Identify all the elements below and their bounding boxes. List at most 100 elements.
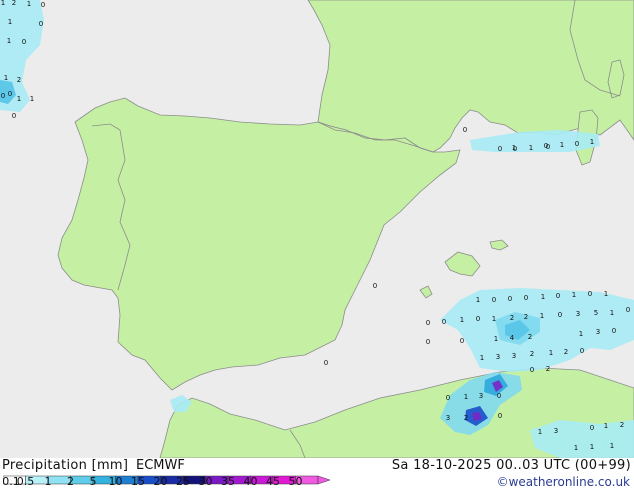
precip-point-value: 1 [540,312,544,320]
precip-point-value: 0 [580,347,584,355]
precip-point-value: 1 [604,422,608,430]
precip-point-value: 0 [426,338,430,346]
precip-point-value: 0 [612,327,616,335]
precip-point-value: 0 [546,143,550,151]
precip-point-value: 1 [541,293,545,301]
precip-point-value: 1 [604,290,608,298]
precip-point-value: 2 [17,76,21,84]
color-scale-tick-label: 25 [176,475,190,488]
precip-point-value: 0 [626,306,630,314]
color-scale-tick-label: 30 [198,475,213,488]
precip-point-value: 2 [524,313,528,321]
precip-point-value: 1 [464,393,468,401]
precip-point-value: 0 [22,38,26,46]
model-name: ECMWF [136,458,185,473]
precip-point-value: 1 [30,95,34,103]
precip-point-value: 2 [528,333,532,341]
precip-point-value: 1 [572,291,576,299]
color-scale-tick-label: 45 [266,475,280,488]
precip-point-value: 1 [480,354,484,362]
precip-point-value: 2 [510,314,514,322]
precip-point-value: 2 [530,350,534,358]
precip-point-value: 0 [524,294,528,302]
precip-point-value: 0 [442,318,446,326]
precip-point-value: 0 [373,282,377,290]
precip-point-value: 0 [575,140,579,148]
precip-point-value: 3 [479,392,483,400]
precip-point-value: 1 [590,443,594,451]
precip-point-value: 1 [560,141,564,149]
precip-point-value: 1 [610,442,614,450]
precip-point-value: 0 [1,92,5,100]
color-scale-tick-label: 15 [131,475,145,488]
precip-point-value: 0 [556,292,560,300]
legend-bar: Precipitation [mm] ECMWF Sa 18-10-2025 0… [0,458,634,490]
precip-point-value: 0 [12,112,16,120]
precip-point-value: 4 [510,334,515,342]
precip-point-value: 5 [594,309,598,317]
color-scale-tick-label: 5 [89,475,97,488]
precip-point-value: 2 [464,414,468,422]
precip-point-value: 1 [492,315,496,323]
color-scale-tick-label: 35 [221,475,235,488]
precip-point-value: 2 [546,365,550,373]
precip-point-value: 0 [463,126,467,134]
precip-point-value: 2 [620,421,624,429]
precip-point-value: 0 [530,366,534,374]
precip-point-value: 0 [460,337,464,345]
color-scale-tick-label: 20 [153,475,168,488]
color-scale-tick-label: 10 [108,475,123,488]
weather-map-page: 1210101012001100001010110010001010100101… [0,0,634,490]
precip-point-value: 1 [17,95,21,103]
precip-point-value: 2 [564,348,568,356]
precip-point-value: 0 [558,311,562,319]
precip-point-value: 0 [8,90,12,98]
color-scale-bar [3,475,331,485]
precip-point-value: 0 [39,20,43,28]
precip-point-value: 3 [576,310,580,318]
legend-title: Precipitation [mm] [2,458,129,473]
precipitation-map: 1 2 1 01 01 01 200 1 1000 0 1 0 1 0 11 001 0 0 0 1 0 1 0 10 0 1 0 1… [0,0,634,458]
copyright-link[interactable]: ©weatheronline.co.uk [497,475,630,489]
color-scale-tick-label: 50 [288,475,303,488]
color-scale-tick-label: 40 [243,475,258,488]
precip-point-value: 3 [596,328,600,336]
precip-point-value: 1 [27,0,31,8]
color-scale-tick-label: 0.5 [16,475,35,488]
precip-point-value: 0 [476,315,480,323]
valid-time: Sa 18-10-2025 00..03 UTC (00+99) [391,458,631,473]
color-scale-tick-label: 2 [67,475,74,488]
precip-point-value: 0 [498,412,502,420]
precip-point-value: 0 [41,1,45,9]
precip-point-value: 0 [446,394,450,402]
precip-point-value: 1 [538,428,542,436]
precip-point-value: 0 [498,145,502,153]
precip-point-value: 3 [512,352,516,360]
precip-point-value: 1 [1,0,5,7]
precip-point-value: 1 [8,18,12,26]
precip-point-value: 1 [7,37,11,45]
precip-point-value: 2 [12,0,16,7]
precip-point-value: 1 [549,349,553,357]
precip-point-value: 1 [460,316,464,324]
color-scale-arrow [317,475,331,485]
precip-point-value: 0 [590,424,594,432]
precip-point-value: 3 [496,353,500,361]
precip-point-value: 0 [324,359,328,367]
precip-point-value: 0 [508,295,512,303]
precip-point-value: 1 [476,296,480,304]
precip-point-value: 1 [579,330,583,338]
precip-point-value: 3 [554,427,558,435]
precip-point-value: 1 [512,144,516,152]
precip-point-value: 0 [426,319,430,327]
precip-point-value: 3 [446,414,450,422]
precip-point-value: 1 [574,444,578,452]
precip-point-value: 1 [610,309,614,317]
precip-point-value: 0 [588,290,592,298]
color-scale-tick-label: 1 [44,475,52,488]
precip-point-value: 1 [590,138,594,146]
precip-point-value: 0 [497,392,501,400]
precip-point-value: 1 [4,74,8,82]
precip-point-value: 1 [494,335,498,343]
precip-point-value: 0 [492,296,496,304]
